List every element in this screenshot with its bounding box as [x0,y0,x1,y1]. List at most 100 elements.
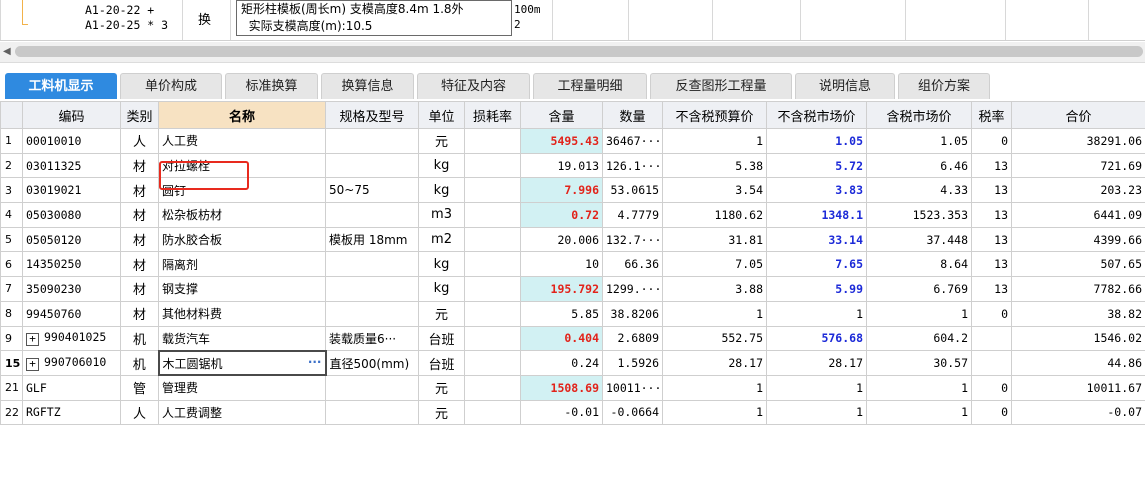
cell-loss[interactable] [464,152,521,179]
cell-spec[interactable] [325,152,419,179]
cell-category[interactable]: 材 [120,177,159,204]
cell-pre-tax-market[interactable]: 33.14 [766,226,867,253]
cell-pre-tax-market[interactable]: 1 [766,399,867,426]
cell-quantity[interactable]: -0.0664 [602,399,663,426]
cell-name[interactable]: 钢支撑 [158,276,326,302]
tab-graphic-quantity[interactable]: 反查图形工程量 [650,73,792,99]
col-tax-rate[interactable]: 税率 [971,101,1012,129]
cell-pre-tax-budget[interactable]: 3.88 [662,276,767,302]
cell-tax-rate[interactable]: 0 [971,128,1012,154]
cell-category[interactable]: 管 [120,374,159,401]
cell-name[interactable]: 管理费 [158,374,326,401]
cell-tax-market[interactable]: 30.57 [866,350,972,376]
cell-pre-tax-market[interactable]: 1 [766,300,867,327]
expand-icon[interactable]: + [26,358,39,372]
cell-spec[interactable]: 直径500(mm) [325,350,419,376]
cell-total[interactable]: 203.23 [1011,177,1145,204]
cell-quantity[interactable]: 66.36 [602,251,663,278]
scrollbar-thumb[interactable] [15,46,1143,57]
table-row[interactable]: 8 99450760 材其他材料费元 5.85 38.8206 1 1 1 0 38.82 [0,300,1145,327]
table-row[interactable]: 3 03019021 材圆钉 50~75 kg 7.996 53.0615 3.54 3.83 4… [0,177,1145,204]
table-row[interactable]: 9 +990401025 机载货汽车 装载质量6··· 台班 0.404 2.6809 552… [0,325,1145,352]
cell-tax-rate[interactable]: 13 [971,251,1012,278]
cell-pre-tax-budget[interactable]: 552.75 [662,325,767,352]
cell-content[interactable]: 5.85 [520,300,603,327]
cell-loss[interactable] [464,276,521,302]
tab-unit-price[interactable]: 单价构成 [120,73,222,99]
cell-tax-rate[interactable] [971,350,1012,376]
cell-pre-tax-market[interactable]: 1348.1 [766,202,867,228]
cell-pre-tax-market[interactable]: 1 [766,374,867,401]
table-row[interactable]: 6 14350250 材隔离剂 kg 10 66.36 7.05 7.65 8.64 13 507.… [0,251,1145,278]
cell-code[interactable]: GLF [22,374,121,401]
cell-category[interactable]: 人 [120,128,159,154]
table-row[interactable]: 1 00010010 人人工费元 5495.43 36467··· 1 1.05 1.05 0 3… [0,128,1145,154]
cell-tax-market[interactable]: 4.33 [866,177,972,204]
cell-loss[interactable] [464,128,521,154]
cell-tax-market[interactable]: 37.448 [866,226,972,253]
cell-tax-market[interactable]: 6.769 [866,276,972,302]
col-content[interactable]: 含量 [520,101,603,129]
cell-total[interactable]: 38.82 [1011,300,1145,327]
cell-total[interactable]: 721.69 [1011,152,1145,179]
cell-pre-tax-budget[interactable]: 7.05 [662,251,767,278]
cell-name[interactable]: 松杂板枋材 [158,202,326,228]
cell-tax-rate[interactable] [971,325,1012,352]
cell-loss[interactable] [464,251,521,278]
col-quantity[interactable]: 数量 [602,101,663,129]
tab-standard-conversion[interactable]: 标准换算 [225,73,318,99]
horizontal-scrollbar[interactable]: ◀ [0,42,1145,63]
cell-code[interactable]: 14350250 [22,251,121,278]
cell-pre-tax-budget[interactable]: 1 [662,128,767,154]
cell-total[interactable]: 44.86 [1011,350,1145,376]
cell-unit[interactable]: 台班 [418,350,465,376]
cell-pre-tax-budget[interactable]: 1 [662,300,767,327]
cell-code[interactable]: +990706010 [22,350,121,376]
cell-tax-rate[interactable]: 0 [971,399,1012,426]
cell-tax-market[interactable]: 1 [866,399,972,426]
cell-code[interactable]: 99450760 [22,300,121,327]
cell-pre-tax-market[interactable]: 7.65 [766,251,867,278]
cell-quantity[interactable]: 132.7··· [602,226,663,253]
cell-unit[interactable]: kg [418,152,465,179]
table-row[interactable]: 22 RGFTZ 人人工费调整元 -0.01 -0.0664 1 1 1 0 -0.07 [0,399,1145,426]
cell-category[interactable]: 材 [120,152,159,179]
cell-quantity[interactable]: 4.7779 [602,202,663,228]
cell-total[interactable]: 6441.09 [1011,202,1145,228]
cell-spec[interactable] [325,300,419,327]
table-row[interactable]: 4 05030080 材松杂板枋材 m3 0.72 4.7779 1180.62 1348.1… [0,202,1145,228]
cell-name[interactable]: 其他材料费 [158,300,326,327]
cell-unit[interactable]: kg [418,177,465,204]
tab-labor-material-machine[interactable]: 工料机显示 [5,73,117,99]
cell-unit[interactable]: 台班 [418,325,465,352]
cell-name[interactable]: 圆钉 [158,177,326,204]
cell-category[interactable]: 材 [120,300,159,327]
cell-content[interactable]: 20.006 [520,226,603,253]
cell-tax-rate[interactable]: 0 [971,300,1012,327]
cell-pre-tax-budget[interactable]: 5.38 [662,152,767,179]
cell-tax-rate[interactable]: 13 [971,276,1012,302]
tab-conversion-info[interactable]: 换算信息 [321,73,414,99]
cell-tax-rate[interactable]: 13 [971,152,1012,179]
cell-unit[interactable]: kg [418,276,465,302]
cell-code[interactable]: RGFTZ [22,399,121,426]
cell-spec[interactable] [325,276,419,302]
cell-code[interactable]: 05030080 [22,202,121,228]
cell-loss[interactable] [464,350,521,376]
cell-content[interactable]: 0.404 [520,325,603,352]
cell-pre-tax-market[interactable]: 5.99 [766,276,867,302]
cell-name[interactable]: 木工圆锯机 ··· [157,349,327,377]
cell-loss[interactable] [464,202,521,228]
cell-pre-tax-market[interactable]: 1.05 [766,128,867,154]
cell-spec[interactable] [325,128,419,154]
cell-unit[interactable]: m3 [418,202,465,228]
quota-row[interactable]: A1-20-22 + A1-20-25 * 3 换 矩形柱模板(周长m) 支模高… [0,0,1145,41]
cell-loss[interactable] [464,325,521,352]
cell-content[interactable]: 5495.43 [520,128,603,154]
cell-name[interactable]: 防水胶合板 [158,226,326,253]
cell-total[interactable]: 4399.66 [1011,226,1145,253]
col-tax-market[interactable]: 含税市场价 [866,101,972,129]
cell-total[interactable]: 38291.06 [1011,128,1145,154]
cell-spec[interactable] [325,251,419,278]
col-category[interactable]: 类别 [120,101,159,129]
